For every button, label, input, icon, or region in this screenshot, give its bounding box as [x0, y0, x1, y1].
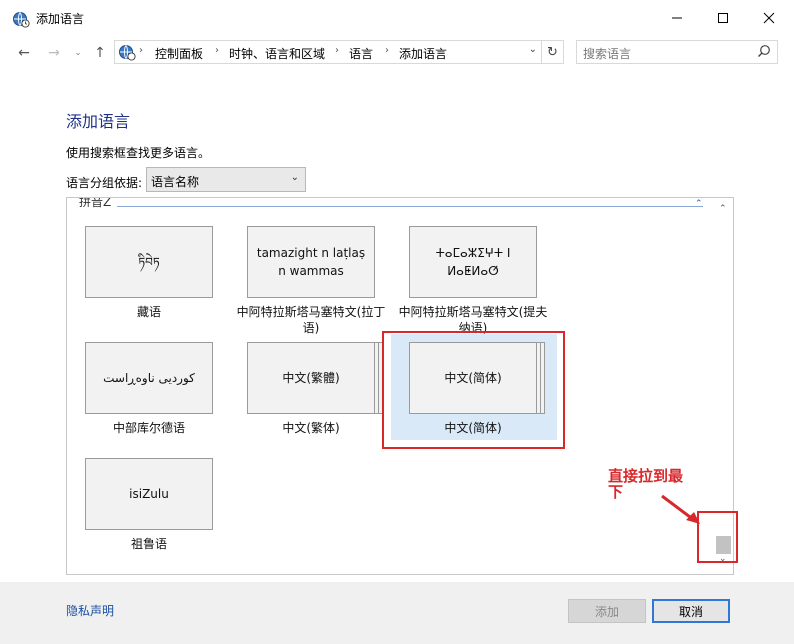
language-name: 祖鲁语: [130, 537, 167, 551]
highlight-box-selected-language: [382, 331, 565, 449]
language-tile[interactable]: 中文(繁體) 中文(繁体): [247, 342, 395, 458]
language-native-name: isiZulu: [85, 458, 213, 530]
breadcrumb-item[interactable]: 控制面板: [155, 45, 203, 62]
breadcrumb-separator-icon: ›: [215, 45, 219, 56]
language-native-name: ཏིབེཏ: [85, 226, 213, 298]
arrow-left-icon: ←: [18, 45, 30, 61]
language-name: 中部库尔德语: [112, 421, 185, 435]
language-tile[interactable]: tamazight n laṭlaṣ n wammas 中阿特拉斯塔马塞特文(拉…: [237, 226, 395, 342]
close-button[interactable]: [746, 0, 792, 36]
minimize-button[interactable]: [654, 0, 700, 36]
breadcrumb-item[interactable]: 语言: [349, 45, 373, 62]
window-title: 添加语言: [36, 12, 85, 26]
breadcrumb-item[interactable]: 时钟、语言和区域: [229, 45, 325, 62]
collapse-group-icon[interactable]: ⌃: [695, 199, 703, 209]
group-divider: [117, 206, 703, 207]
language-native-name: ⵜⴰⵎⴰⵣⵉⵖⵜ ⵏ ⵍⴰⵟⵍⴰⵚ: [409, 226, 537, 298]
maximize-icon: [718, 13, 728, 23]
language-native-name: tamazight n laṭlaṣ n wammas: [247, 226, 375, 298]
footer-bar: 隐私声明 添加 取消: [0, 582, 794, 644]
language-tile[interactable]: ཏིབེཏ 藏语: [85, 226, 233, 342]
language-native-name: 中文(繁體): [247, 342, 375, 414]
close-icon: [763, 12, 775, 24]
cancel-button[interactable]: 取消: [652, 599, 730, 623]
forward-button[interactable]: →: [44, 42, 64, 64]
minimize-icon: [672, 17, 682, 19]
chevron-down-icon: ⌄: [74, 48, 82, 58]
arrow-up-icon: ↑: [94, 45, 106, 61]
breadcrumb-separator-icon: ›: [139, 45, 143, 56]
add-button[interactable]: 添加: [568, 599, 646, 623]
language-name: 中文(繁体): [282, 421, 340, 435]
address-dropdown-icon[interactable]: ⌄: [529, 44, 537, 55]
arrow-right-icon: →: [48, 45, 60, 61]
back-button[interactable]: ←: [14, 42, 34, 64]
navigation-bar: ← → ⌄ ↑ › 控制面板 › 时钟、语言和区域 › 语言 › 添加语言 ⌄ …: [0, 38, 794, 68]
chevron-down-icon: ⌄: [290, 172, 299, 183]
language-tile[interactable]: isiZulu 祖鲁语: [85, 458, 233, 574]
breadcrumb-item[interactable]: 添加语言: [399, 45, 447, 62]
group-by-select[interactable]: 语言名称 ⌄: [146, 167, 306, 192]
search-icon[interactable]: [757, 44, 771, 61]
group-by-label: 语言分组依据:: [66, 176, 143, 190]
address-bar[interactable]: › 控制面板 › 时钟、语言和区域 › 语言 › 添加语言 ⌄ ↻: [114, 40, 564, 64]
annotation-arrow-icon: [661, 494, 700, 524]
scroll-up-icon[interactable]: ⌃: [719, 204, 727, 214]
language-native-name: کوردیی ناوەڕاست: [85, 342, 213, 414]
search-input[interactable]: 搜索语言: [583, 45, 631, 62]
title-bar: 添加语言: [0, 0, 794, 38]
refresh-icon: ↻: [547, 44, 558, 60]
up-button[interactable]: ↑: [90, 42, 110, 64]
globe-clock-icon: [12, 10, 30, 28]
search-box[interactable]: 搜索语言: [576, 40, 778, 64]
privacy-statement-link[interactable]: 隐私声明: [66, 602, 114, 619]
breadcrumb-separator-icon: ›: [385, 45, 389, 56]
breadcrumb-separator-icon: ›: [335, 45, 339, 56]
globe-clock-icon: [118, 43, 136, 64]
language-tile[interactable]: کوردیی ناوەڕاست 中部库尔德语: [85, 342, 233, 458]
group-header: 拼音Z: [79, 198, 116, 210]
group-by-value: 语言名称: [151, 175, 200, 189]
page-description: 使用搜索框查找更多语言。: [66, 146, 211, 160]
recent-locations-button[interactable]: ⌄: [68, 42, 88, 64]
language-name: 藏语: [136, 305, 161, 319]
language-tile[interactable]: ⵜⴰⵎⴰⵣⵉⵖⵜ ⵏ ⵍⴰⵟⵍⴰⵚ 中阿特拉斯塔马塞特文(提夫纳语): [399, 226, 557, 342]
page-title: 添加语言: [66, 112, 131, 131]
maximize-button[interactable]: [700, 0, 746, 36]
refresh-button[interactable]: ↻: [541, 41, 563, 63]
language-name: 中阿特拉斯塔马塞特文(拉丁语): [236, 305, 386, 335]
